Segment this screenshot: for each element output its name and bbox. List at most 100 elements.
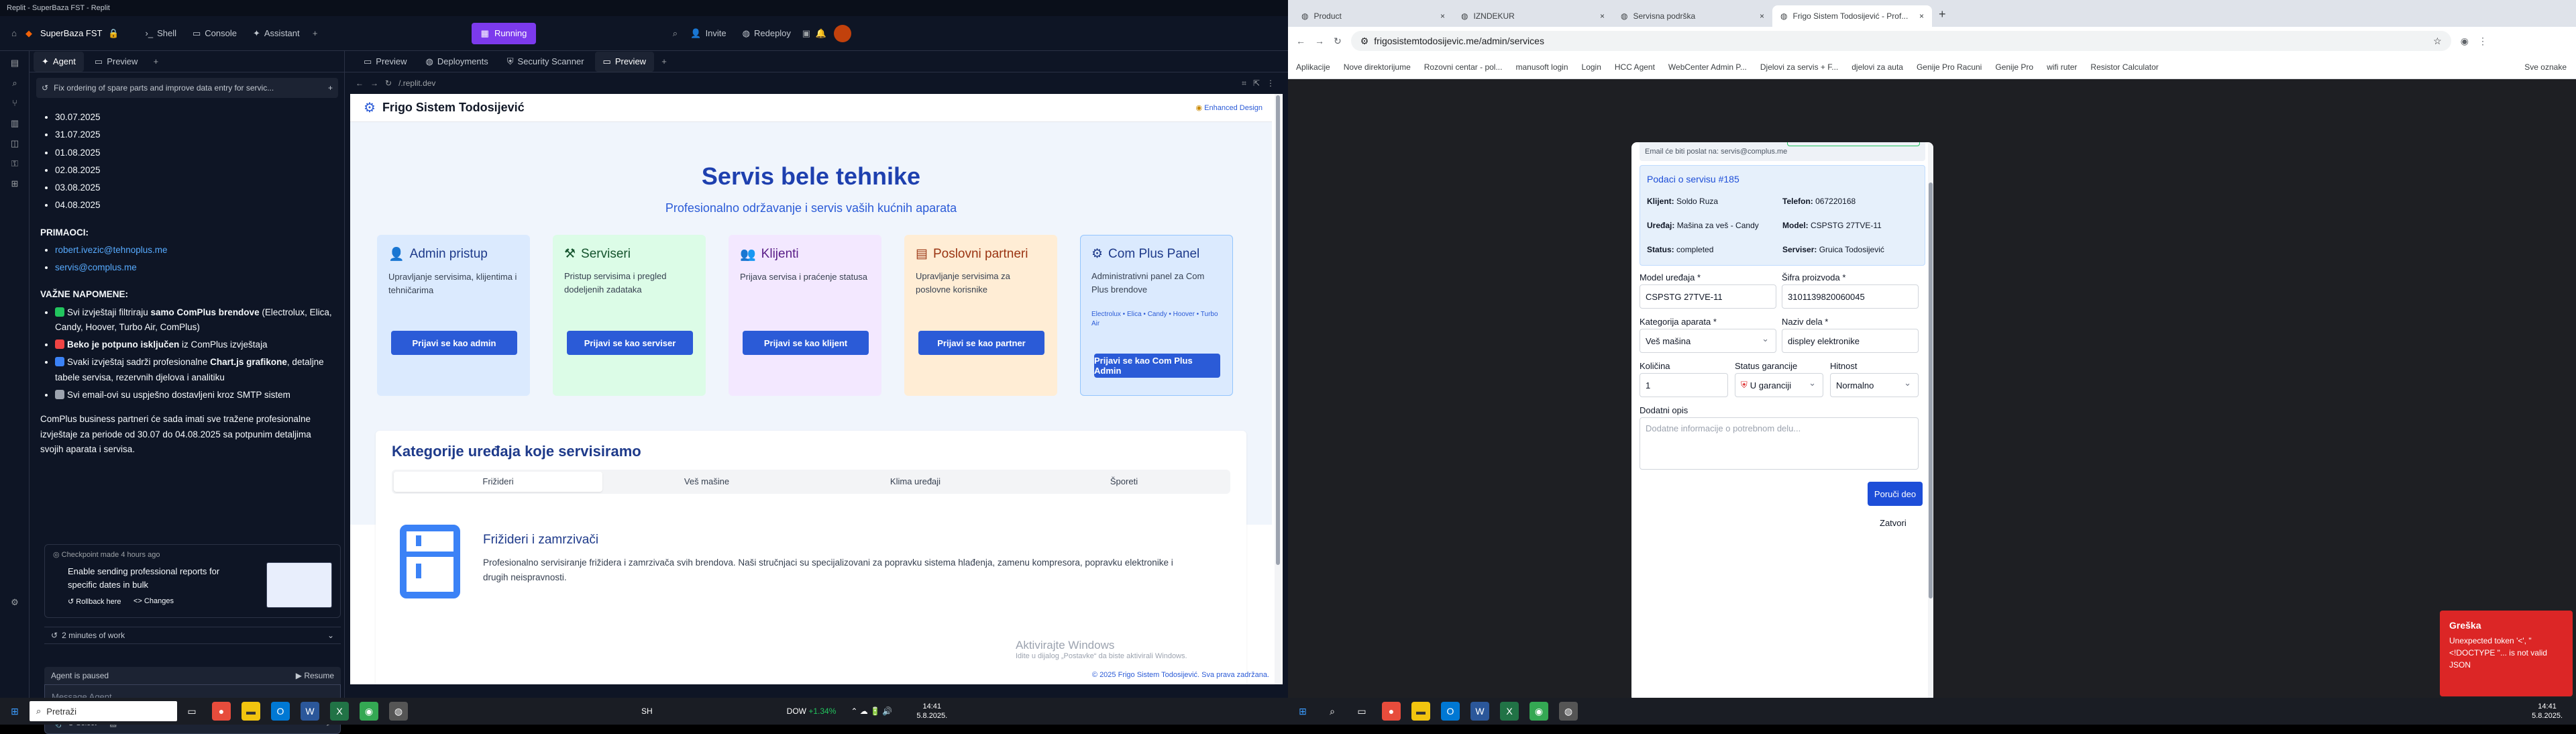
browser-tab[interactable]: ◍ IZNDEKUR × <box>1453 5 1613 27</box>
app-icon-1[interactable]: ● <box>212 702 231 721</box>
back-icon[interactable]: ← <box>1296 36 1305 46</box>
close-icon[interactable]: × <box>1440 11 1445 21</box>
home-icon[interactable]: ⌂ <box>7 26 21 41</box>
outlook-icon[interactable]: O <box>1441 702 1460 721</box>
taskbar-search[interactable]: ⌕ Pretraži <box>30 701 177 721</box>
outlook-icon[interactable]: O <box>271 702 290 721</box>
invite-button[interactable]: 👤 Invite <box>682 23 734 44</box>
search-icon[interactable]: ⌕ <box>667 26 682 41</box>
search-icon[interactable]: ⌕ <box>7 75 23 91</box>
quantity-input[interactable]: 1 <box>1640 373 1728 397</box>
new-tab-icon[interactable]: + <box>1939 7 1946 21</box>
new-chat-icon[interactable]: + <box>328 83 333 93</box>
reload-icon[interactable]: ↻ <box>1334 36 1342 47</box>
database-icon[interactable]: ◫ <box>7 136 23 152</box>
word-icon[interactable]: W <box>301 702 319 721</box>
bookmark[interactable]: djelovi za auta <box>1851 62 1903 72</box>
bookmark[interactable]: Nove direktorijume <box>1344 62 1411 72</box>
add-tab-icon[interactable]: + <box>308 26 323 41</box>
chrome-icon[interactable]: ◉ <box>1529 702 1548 721</box>
card-login-button[interactable]: Prijavi se kao admin <box>391 331 517 355</box>
settings-icon[interactable]: ⚙ <box>7 594 23 611</box>
enhanced-design-badge[interactable]: ◉ Enhanced Design <box>1195 103 1263 112</box>
bookmark[interactable]: HCC Agent <box>1615 62 1655 72</box>
app-icon-1[interactable]: ● <box>1382 702 1401 721</box>
site-info-icon[interactable]: ⚙ <box>1360 36 1369 47</box>
file-explorer-icon[interactable]: ▬ <box>241 702 260 721</box>
part-name-input[interactable]: displey elektronike <box>1782 329 1919 353</box>
bookmark[interactable]: Genije Pro Racuni <box>1917 62 1982 72</box>
bell-icon[interactable]: 🔔 <box>814 26 828 41</box>
tab-preview[interactable]: ▭ Preview <box>356 52 415 72</box>
files-icon[interactable]: ▤ <box>7 55 23 71</box>
tab-agent[interactable]: ✦ Agent <box>34 51 84 72</box>
devtools-icon[interactable]: ⌗ <box>1242 78 1246 89</box>
bookmark[interactable]: manusoft login <box>1515 62 1568 72</box>
address-bar[interactable]: ⚙ frigosistemtodosijevic.me/admin/servic… <box>1350 31 2451 51</box>
back-icon[interactable]: ← <box>356 78 364 88</box>
description-textarea[interactable]: Dodatne informacije o potrebnom delu... <box>1640 417 1919 470</box>
windows-start-icon[interactable]: ⊞ <box>5 702 24 721</box>
bookmark[interactable]: WebCenter Admin P... <box>1668 62 1747 72</box>
excel-icon[interactable]: X <box>1500 702 1519 721</box>
search-icon[interactable]: ⌕ <box>1323 702 1342 721</box>
bookmark[interactable]: Rozovni centar - pol... <box>1424 62 1503 72</box>
bookmark[interactable]: wifi ruter <box>2047 62 2077 72</box>
device-model-input[interactable]: CSPSTG 27TVE-11 <box>1640 284 1776 309</box>
close-icon[interactable]: × <box>1600 11 1605 21</box>
tab-frizideri[interactable]: Frižideri <box>394 472 602 492</box>
bookmark[interactable]: Aplikacije <box>1296 62 1330 72</box>
urgency-select[interactable]: Normalno <box>1830 373 1919 397</box>
stock-label[interactable]: DOW +1.34% <box>787 706 837 716</box>
card-login-button[interactable]: Prijavi se kao partner <box>918 331 1044 355</box>
task-bar[interactable]: ↺ Fix ordering of spare parts and improv… <box>36 78 338 98</box>
packages-icon[interactable]: ▥ <box>7 115 23 132</box>
app-icon-2[interactable]: ◍ <box>389 702 408 721</box>
task-view-icon[interactable]: ▭ <box>182 702 201 721</box>
forward-icon[interactable]: → <box>370 78 378 88</box>
browser-tab[interactable]: ◍ Servisna podrška × <box>1613 5 1772 27</box>
replit-logo-icon[interactable]: ◆ <box>21 26 36 41</box>
star-icon[interactable]: ☆ <box>2433 36 2442 47</box>
site-brand[interactable]: Frigo Sistem Todosijević <box>382 101 525 115</box>
card-login-button[interactable]: Prijavi se kao klijent <box>743 331 869 355</box>
modal-scrollbar[interactable] <box>1928 142 1933 702</box>
preview-scrollbar[interactable] <box>1275 94 1281 684</box>
email-link[interactable]: robert.ivezic@tehnoplus.me <box>55 245 168 255</box>
weather-label[interactable]: SH <box>641 706 653 716</box>
changes-button[interactable]: <> Changes <box>133 597 174 605</box>
reload-icon[interactable]: ↻ <box>385 78 392 88</box>
browser-tab[interactable]: ◍ Product × <box>1293 5 1453 27</box>
card-login-button[interactable]: Prijavi se kao serviser <box>567 331 693 355</box>
close-icon[interactable]: × <box>1919 11 1924 21</box>
history-icon[interactable]: ↺ <box>42 83 48 93</box>
tab-preview-left[interactable]: ▭ Preview <box>87 52 146 72</box>
avatar[interactable] <box>833 24 851 42</box>
card-login-button[interactable]: Prijavi se kao Com Plus Admin <box>1094 354 1220 378</box>
redeploy-button[interactable]: ◍ Redeploy <box>735 23 799 44</box>
tab-preview-active[interactable]: ▭ Preview <box>594 51 655 72</box>
tab-sporeti[interactable]: Šporeti <box>1020 472 1228 492</box>
order-part-button[interactable]: Poruči deo <box>1868 482 1923 506</box>
forward-icon[interactable]: → <box>1315 36 1324 46</box>
all-bookmarks[interactable]: Sve oznake <box>2524 62 2567 72</box>
project-name[interactable]: SuperBaza FST <box>40 28 103 38</box>
add-tab-icon[interactable]: + <box>148 54 163 69</box>
bookmark[interactable]: Djelovi za servis + F... <box>1760 62 1838 72</box>
open-external-icon[interactable]: ⇱ <box>1253 78 1260 88</box>
product-code-input[interactable]: 3101139820060045 <box>1782 284 1919 309</box>
file-explorer-icon[interactable]: ▬ <box>1411 702 1430 721</box>
more-icon[interactable]: ⋮ <box>2478 36 2487 47</box>
close-icon[interactable]: × <box>1760 11 1764 21</box>
resume-button[interactable]: ▶ Resume <box>296 671 334 680</box>
profile-icon[interactable]: ◉ <box>2461 36 2469 47</box>
more-icon[interactable]: ⋮ <box>1267 78 1275 88</box>
panel-icon[interactable]: ▣ <box>799 26 814 41</box>
clock[interactable]: 14:41 5.8.2025. <box>916 702 947 721</box>
tab-console[interactable]: ▭ Console <box>184 23 245 44</box>
tab-deployments[interactable]: ◍ Deployments <box>418 52 496 72</box>
bookmark[interactable]: Login <box>1582 62 1601 72</box>
bookmark[interactable]: Resistor Calculator <box>2090 62 2158 72</box>
app-icon-2[interactable]: ◍ <box>1559 702 1578 721</box>
work-summary-row[interactable]: ↺ 2 minutes of work ⌄ <box>44 627 341 644</box>
